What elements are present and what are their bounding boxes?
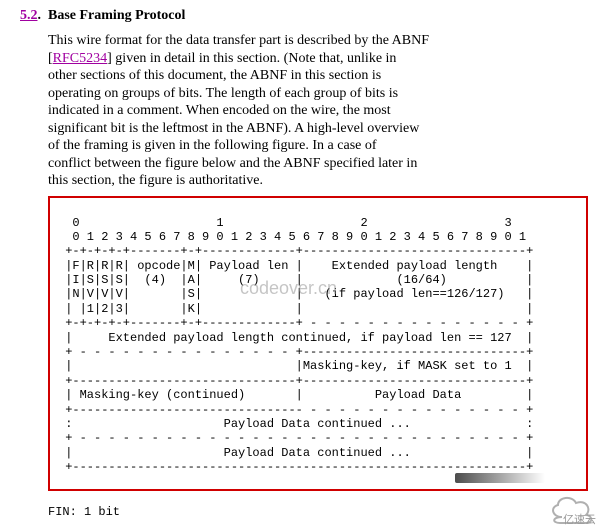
diagram-line: | Extended payload length continued, if … bbox=[58, 331, 533, 345]
section-title: Base Framing Protocol bbox=[48, 8, 185, 23]
para-line: significant bit is the leftmost in the A… bbox=[48, 121, 419, 136]
fin-field-label: FIN: 1 bit bbox=[48, 505, 588, 519]
frame-diagram: 0 1 2 3 0 1 2 3 4 5 6 7 8 9 0 1 2 3 4 5 … bbox=[58, 216, 578, 475]
para-line: this section, the figure is authoritativ… bbox=[48, 173, 263, 188]
para-line: indicated in a comment. When encoded on … bbox=[48, 103, 391, 118]
para-line: operating on groups of bits. The length … bbox=[48, 86, 398, 101]
diagram-line: | Masking-key (continued) | Payload Data… bbox=[58, 388, 533, 402]
intro-paragraph: This wire format for the data transfer p… bbox=[48, 32, 588, 190]
para-line: of the framing is given in the following… bbox=[48, 138, 377, 153]
diagram-line: | |Masking-key, if MASK set to 1 | bbox=[58, 359, 533, 373]
diagram-line: | Payload Data continued ... | bbox=[58, 446, 533, 460]
section-heading: 5.2. Base Framing Protocol bbox=[20, 8, 588, 24]
section-number-link[interactable]: 5.2 bbox=[20, 8, 38, 23]
diagram-line: + - - - - - - - - - - - - - - - +-------… bbox=[58, 345, 533, 359]
diagram-line: 0 1 2 3 4 5 6 7 8 9 0 1 2 3 4 5 6 7 8 9 … bbox=[58, 230, 526, 244]
diagram-line: + - - - - - - - - - - - - - - - - - - - … bbox=[58, 431, 533, 445]
diagram-line: +-+-+-+-+-------+-+-------------+ - - - … bbox=[58, 316, 533, 330]
diagram-line: |N|V|V|V| |S| | (if payload len==126/127… bbox=[58, 287, 533, 301]
para-line: conflict between the figure below and th… bbox=[48, 156, 417, 171]
diagram-line: 0 1 2 3 bbox=[58, 216, 512, 230]
diagram-line: +-------------------------------- - - - … bbox=[58, 403, 533, 417]
para-line: This wire format for the data transfer p… bbox=[48, 33, 429, 48]
diagram-line: |I|S|S|S| (4) |A| (7) | (16/64) | bbox=[58, 273, 533, 287]
section-dot: . bbox=[38, 8, 42, 23]
rfc-link[interactable]: RFC5234 bbox=[53, 51, 107, 66]
shadow-decoration bbox=[455, 473, 545, 483]
para-line: ] given in detail in this section. (Note… bbox=[107, 51, 396, 66]
branding-text: 亿速云 bbox=[563, 511, 596, 527]
diagram-line: : Payload Data continued ... : bbox=[58, 417, 533, 431]
para-line: other sections of this document, the ABN… bbox=[48, 68, 381, 83]
diagram-line: |F|R|R|R| opcode|M| Payload len | Extend… bbox=[58, 259, 533, 273]
frame-diagram-box: 0 1 2 3 0 1 2 3 4 5 6 7 8 9 0 1 2 3 4 5 … bbox=[48, 196, 588, 491]
diagram-line: | |1|2|3| |K| | | bbox=[58, 302, 533, 316]
diagram-line: +-+-+-+-+-------+-+-------------+-------… bbox=[58, 244, 533, 258]
diagram-line: +-------------------------------+-------… bbox=[58, 374, 533, 388]
